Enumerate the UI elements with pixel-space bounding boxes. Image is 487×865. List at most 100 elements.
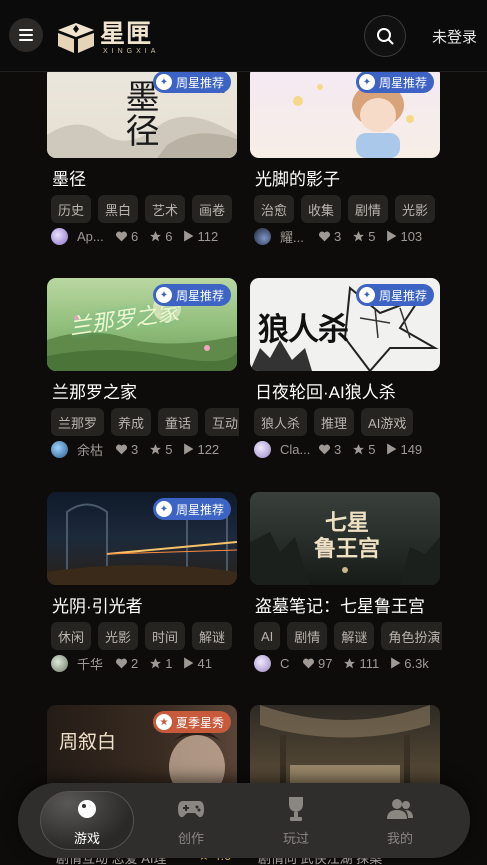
likes-count: 6 (115, 229, 138, 244)
search-button[interactable] (364, 15, 406, 57)
star-icon (353, 443, 365, 454)
author-avatar[interactable] (254, 654, 271, 672)
tag-list: 治愈 收集 剧情 光影 剧 (254, 195, 442, 225)
plays-count: 41 (183, 656, 212, 671)
top-bar: 星匣 XINGXIA 未登录 (0, 0, 487, 72)
tab-games[interactable]: 游戏 (42, 783, 132, 858)
tag[interactable]: 艺术 (145, 195, 186, 223)
play-icon (184, 657, 194, 669)
app-logo[interactable]: 星匣 XINGXIA (56, 18, 159, 58)
tag[interactable]: 剧情 (287, 622, 328, 650)
play-icon (387, 443, 397, 455)
tag[interactable]: 解谜 (334, 622, 375, 650)
plays-count: 112 (183, 229, 218, 244)
tag[interactable]: 黑白 (98, 195, 139, 223)
summer-star-badge: ★ 夏季星秀 (152, 711, 231, 733)
tag[interactable]: 收集 (301, 195, 342, 223)
card-thumbnail[interactable]: 兰那罗之家 ✦ 周星推荐 (47, 278, 237, 371)
tab-mine[interactable]: 我的 (355, 783, 445, 858)
tag[interactable]: 光影 (98, 622, 139, 650)
card-title[interactable]: 墨径 (52, 165, 86, 190)
tag[interactable]: 推理 (314, 408, 355, 436)
likes-count: 2 (115, 656, 138, 671)
author-name[interactable]: 千华 (77, 654, 107, 673)
tag[interactable]: 狼人杀 (254, 408, 308, 436)
stars-count: 5 (149, 442, 172, 457)
card-thumbnail[interactable]: 七星 鲁王宫 (250, 492, 440, 585)
play-icon (387, 230, 397, 242)
tag[interactable]: 治愈 (254, 195, 295, 223)
tag[interactable]: 画卷 (192, 195, 233, 223)
star-icon (344, 657, 356, 668)
card-stats: 余枯 3 5 122 (51, 440, 241, 458)
stars-count: 5 (352, 229, 375, 244)
card-title[interactable]: 兰那罗之家 (52, 378, 137, 403)
star-badge-icon: ✦ (155, 74, 172, 90)
card-thumbnail[interactable]: ✦ 周星推荐 (250, 65, 440, 158)
menu-button[interactable] (9, 18, 43, 52)
tag[interactable]: 时间 (145, 622, 186, 650)
users-icon (386, 795, 414, 823)
author-avatar[interactable] (51, 654, 68, 672)
author-name[interactable]: C (280, 656, 294, 671)
tag[interactable]: 剧情 (348, 195, 389, 223)
likes-count: 97 (302, 656, 332, 671)
star-icon (150, 443, 162, 454)
gamepad-icon (177, 795, 205, 823)
card-thumbnail[interactable]: ✦ 周星推荐 (47, 492, 237, 585)
plays-count: 103 (386, 229, 422, 244)
card-title[interactable]: 光脚的影子 (255, 165, 340, 190)
plays-count: 149 (386, 442, 422, 457)
weekly-star-badge: ✦ 周星推荐 (355, 284, 434, 306)
heart-icon (115, 231, 128, 242)
stars-count: 6 (149, 229, 172, 244)
card-thumbnail[interactable]: 狼人杀 ✦ 周星推荐 (250, 278, 440, 371)
trophy-icon (285, 795, 307, 823)
logo-subtext: XINGXIA (103, 47, 160, 55)
tag[interactable]: 历史 (51, 195, 92, 223)
card-title[interactable]: 盗墓笔记：七星鲁王宫 (255, 592, 425, 617)
tag[interactable]: 养成 (111, 408, 152, 436)
author-name[interactable]: Ap... (77, 229, 107, 244)
app-page: 墨径 ✦周星推荐 墨径 历史 黑白 艺术 画卷 百 Ap... 6 6 112 (0, 0, 487, 865)
author-name[interactable]: Cla... (280, 442, 310, 457)
login-link[interactable]: 未登录 (432, 26, 477, 47)
star-badge-icon: ✦ (155, 287, 172, 303)
tag[interactable]: AI游戏 (361, 408, 414, 436)
tab-create[interactable]: 创作 (146, 783, 236, 858)
tag-list: 兰那罗 养成 童话 互动 (51, 408, 239, 438)
stars-count: 5 (352, 442, 375, 457)
tab-played[interactable]: 玩过 (251, 783, 341, 858)
author-avatar[interactable] (51, 227, 68, 245)
star-badge-icon: ✦ (155, 501, 172, 517)
card-title[interactable]: 日夜轮回·AI狼人杀 (255, 378, 396, 403)
stars-count: 111 (343, 656, 379, 671)
tag[interactable]: AI (254, 622, 281, 650)
author-avatar[interactable] (254, 227, 271, 245)
likes-count: 3 (115, 442, 138, 457)
heart-icon (115, 444, 128, 455)
tag[interactable]: 互动 (205, 408, 239, 436)
play-icon (184, 443, 194, 455)
heart-icon (318, 231, 331, 242)
tag[interactable]: 兰那罗 (51, 408, 105, 436)
card-title[interactable]: 光阴·引光者 (52, 592, 143, 617)
box-logo-icon (58, 23, 94, 53)
author-avatar[interactable] (254, 440, 271, 458)
game-planet-icon (75, 795, 99, 823)
author-name[interactable]: 余枯 (77, 440, 107, 459)
tag[interactable]: 童话 (158, 408, 199, 436)
likes-count: 3 (318, 442, 341, 457)
author-name[interactable]: 耀... (280, 227, 310, 246)
weekly-star-badge: ✦ 周星推荐 (152, 284, 231, 306)
card-thumbnail[interactable]: 墨径 ✦ 周星推荐 (47, 65, 237, 158)
star-badge-icon: ✦ (358, 74, 375, 90)
play-icon (184, 230, 194, 242)
tag[interactable]: 光影 (395, 195, 436, 223)
author-avatar[interactable] (51, 440, 68, 458)
heart-icon (302, 658, 315, 669)
search-icon (377, 28, 394, 45)
tag[interactable]: 角色扮演 (381, 622, 442, 650)
tag[interactable]: 休闲 (51, 622, 92, 650)
tag[interactable]: 解谜 (192, 622, 233, 650)
